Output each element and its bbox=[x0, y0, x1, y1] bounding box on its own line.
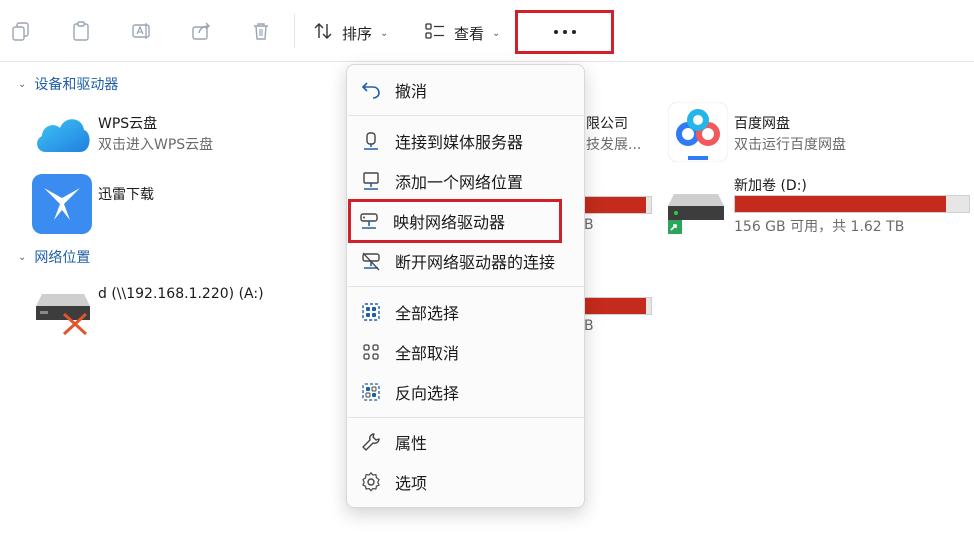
undo-icon bbox=[359, 78, 383, 102]
chevron-down-icon: ⌄ bbox=[18, 251, 27, 263]
drive-d-title[interactable]: 新加卷 (D:) bbox=[734, 175, 807, 195]
section-title: 网络位置 bbox=[34, 250, 91, 266]
menu-item-options[interactable]: 选项 bbox=[353, 463, 578, 501]
drive-icon[interactable] bbox=[666, 190, 728, 236]
menu-item-label: 选项 bbox=[395, 474, 428, 493]
disconnect-network-drive-icon bbox=[359, 249, 383, 273]
menu-item-undo[interactable]: 撤消 bbox=[353, 71, 578, 109]
view-icon bbox=[424, 20, 446, 46]
copy-icon[interactable] bbox=[8, 18, 34, 44]
drive-size-text: B bbox=[584, 318, 594, 334]
menu-item-label: 反向选择 bbox=[395, 384, 460, 403]
company-title[interactable]: 限公司 bbox=[586, 113, 628, 133]
wps-title[interactable]: WPS云盘 bbox=[98, 113, 157, 133]
more-icon bbox=[553, 30, 576, 34]
select-none-icon bbox=[359, 340, 383, 364]
command-bar: 排序 ⌄ 查看 ⌄ bbox=[0, 0, 974, 62]
paste-icon[interactable] bbox=[68, 18, 94, 44]
invert-selection-icon bbox=[359, 380, 383, 404]
toolbar-divider bbox=[294, 14, 295, 48]
drive-usage-bar bbox=[584, 196, 652, 214]
see-more-button[interactable] bbox=[515, 10, 614, 54]
chevron-down-icon: ⌄ bbox=[18, 78, 27, 90]
drive-size-text: B bbox=[584, 217, 594, 233]
sort-icon bbox=[312, 20, 334, 46]
disconnected-network-drive-icon[interactable] bbox=[34, 290, 94, 336]
menu-item-connect-media-server[interactable]: 连接到媒体服务器 bbox=[353, 122, 578, 160]
menu-item-invert-selection[interactable]: 反向选择 bbox=[353, 373, 578, 411]
map-network-drive-icon bbox=[357, 209, 381, 233]
delete-icon[interactable] bbox=[248, 18, 274, 44]
sort-button[interactable]: 排序 ⌄ bbox=[312, 18, 388, 48]
menu-item-select-none[interactable]: 全部取消 bbox=[353, 333, 578, 371]
menu-item-label: 全部选择 bbox=[395, 304, 460, 323]
sort-label: 排序 bbox=[342, 24, 373, 43]
wps-cloud-icon[interactable] bbox=[32, 108, 92, 158]
more-options-menu: 撤消 连接到媒体服务器 添加一个网络位置 映射网络驱动器 断开网络驱动器的连接 … bbox=[346, 64, 585, 508]
menu-item-properties[interactable]: 属性 bbox=[353, 423, 578, 461]
menu-item-label: 属性 bbox=[395, 434, 428, 453]
section-header-network[interactable]: ⌄ 网络位置 bbox=[18, 247, 90, 267]
baidu-subtitle: 双击运行百度网盘 bbox=[734, 137, 846, 153]
xunlei-icon[interactable] bbox=[32, 174, 92, 234]
menu-divider bbox=[348, 115, 585, 116]
wps-subtitle: 双击进入WPS云盘 bbox=[98, 137, 214, 153]
view-button[interactable]: 查看 ⌄ bbox=[424, 18, 500, 48]
select-all-icon bbox=[359, 300, 383, 324]
baidu-netdisk-icon[interactable] bbox=[667, 101, 729, 163]
network-location-icon bbox=[359, 169, 383, 193]
media-server-icon bbox=[359, 129, 383, 153]
gear-icon bbox=[359, 470, 383, 494]
menu-divider bbox=[348, 417, 585, 418]
network-drive-title[interactable]: d (\\192.168.1.220) (A:) bbox=[98, 286, 264, 302]
menu-item-map-network-drive[interactable]: 映射网络驱动器 bbox=[348, 199, 562, 243]
wrench-icon bbox=[359, 430, 383, 454]
drive-d-usage-bar bbox=[734, 195, 970, 213]
drive-usage-fill bbox=[585, 197, 647, 213]
section-header-devices[interactable]: ⌄ 设备和驱动器 bbox=[18, 74, 118, 94]
menu-item-label: 连接到媒体服务器 bbox=[395, 133, 524, 152]
xunlei-title[interactable]: 迅雷下载 bbox=[98, 184, 154, 204]
menu-item-label: 映射网络驱动器 bbox=[393, 213, 506, 232]
menu-item-label: 添加一个网络位置 bbox=[395, 173, 524, 192]
menu-item-select-all[interactable]: 全部选择 bbox=[353, 293, 578, 331]
drive-usage-fill bbox=[585, 298, 647, 314]
menu-item-disconnect-network-drive[interactable]: 断开网络驱动器的连接 bbox=[353, 242, 578, 280]
menu-divider bbox=[348, 286, 585, 287]
menu-item-label: 全部取消 bbox=[395, 344, 460, 363]
baidu-title[interactable]: 百度网盘 bbox=[734, 113, 790, 133]
section-title: 设备和驱动器 bbox=[34, 77, 119, 93]
menu-item-label: 断开网络驱动器的连接 bbox=[395, 253, 556, 272]
drive-d-usage-fill bbox=[735, 196, 946, 212]
chevron-down-icon: ⌄ bbox=[492, 27, 501, 39]
company-subtitle: 技发展... bbox=[586, 137, 642, 153]
chevron-down-icon: ⌄ bbox=[380, 27, 389, 39]
drive-d-free-space: 156 GB 可用，共 1.62 TB bbox=[734, 219, 905, 235]
share-icon[interactable] bbox=[188, 18, 214, 44]
view-label: 查看 bbox=[454, 24, 485, 43]
rename-icon[interactable] bbox=[128, 18, 154, 44]
drive-usage-bar bbox=[584, 297, 652, 315]
menu-item-add-network-location[interactable]: 添加一个网络位置 bbox=[353, 162, 578, 200]
menu-item-label: 撤消 bbox=[395, 82, 428, 101]
